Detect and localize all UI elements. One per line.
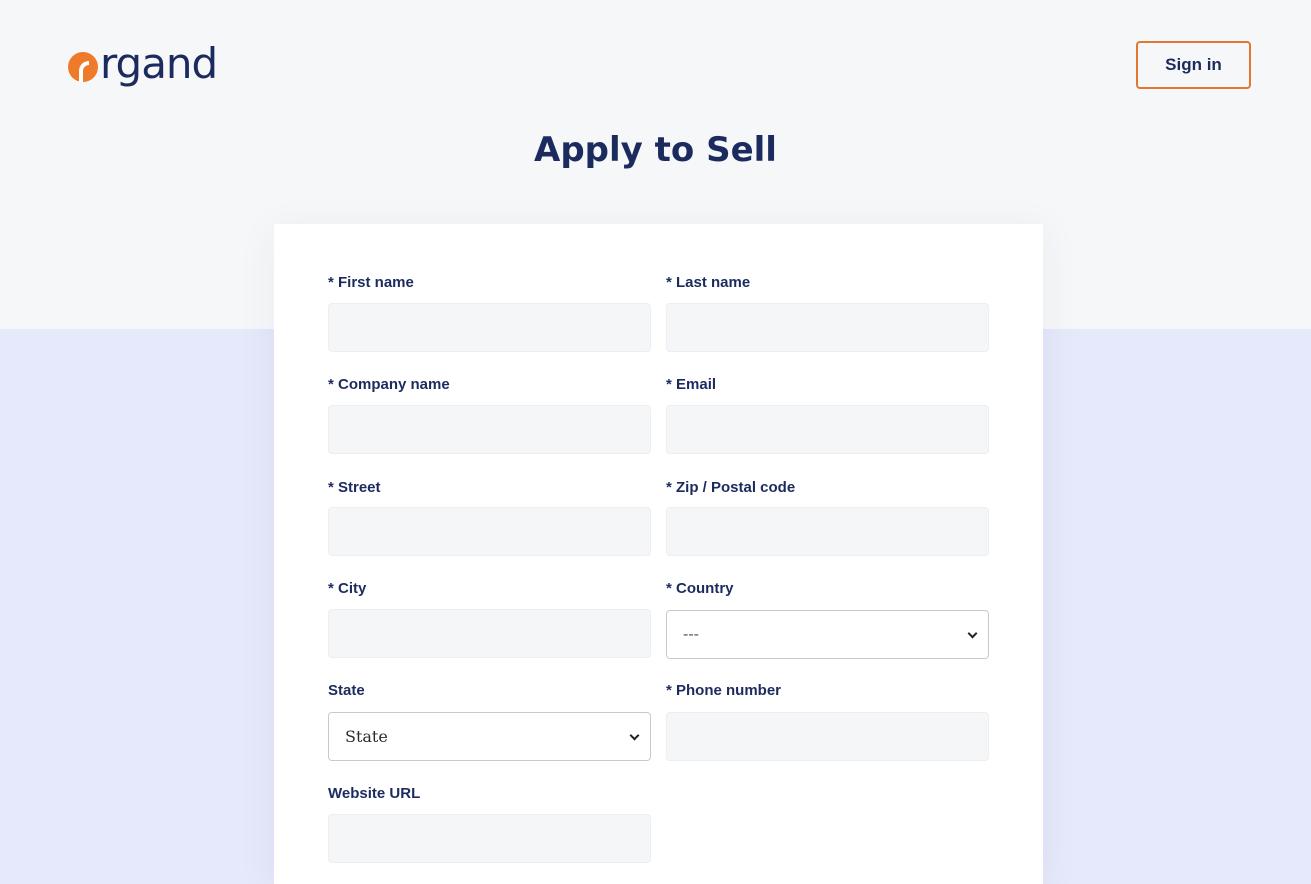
brand-logo[interactable]: rgand: [68, 39, 218, 88]
page-title: Apply to Sell: [534, 130, 777, 170]
zip-code-input[interactable]: [666, 507, 989, 556]
state-select[interactable]: State: [328, 712, 651, 761]
city-input[interactable]: [328, 609, 651, 658]
phone-number-input[interactable]: [666, 712, 989, 761]
last-name-input[interactable]: [666, 303, 989, 352]
first-name-input[interactable]: [328, 303, 651, 352]
logo-text: rgand: [100, 39, 218, 88]
city-label: * City: [328, 580, 367, 597]
company-name-label: * Company name: [328, 376, 450, 393]
state-select-value: State: [345, 727, 388, 746]
street-label: * Street: [328, 479, 381, 496]
email-input[interactable]: [666, 405, 989, 454]
zip-code-label: * Zip / Postal code: [666, 479, 796, 496]
application-form: * First name * Last name * Company name …: [274, 224, 1043, 884]
first-name-label: * First name: [328, 274, 414, 291]
logo-icon: [68, 52, 98, 82]
chevron-down-icon: [967, 628, 978, 639]
chevron-down-icon: [629, 730, 640, 741]
state-label: State: [328, 682, 365, 699]
company-name-input[interactable]: [328, 405, 651, 454]
email-label: * Email: [666, 376, 717, 393]
last-name-label: * Last name: [666, 274, 751, 291]
phone-number-label: * Phone number: [666, 682, 782, 699]
website-url-input[interactable]: [328, 814, 651, 863]
sign-in-button[interactable]: Sign in: [1136, 41, 1251, 89]
country-label: * Country: [666, 580, 734, 597]
country-select[interactable]: ---: [666, 610, 989, 659]
country-select-value: ---: [683, 625, 699, 643]
street-input[interactable]: [328, 507, 651, 556]
website-url-label: Website URL: [328, 785, 421, 802]
